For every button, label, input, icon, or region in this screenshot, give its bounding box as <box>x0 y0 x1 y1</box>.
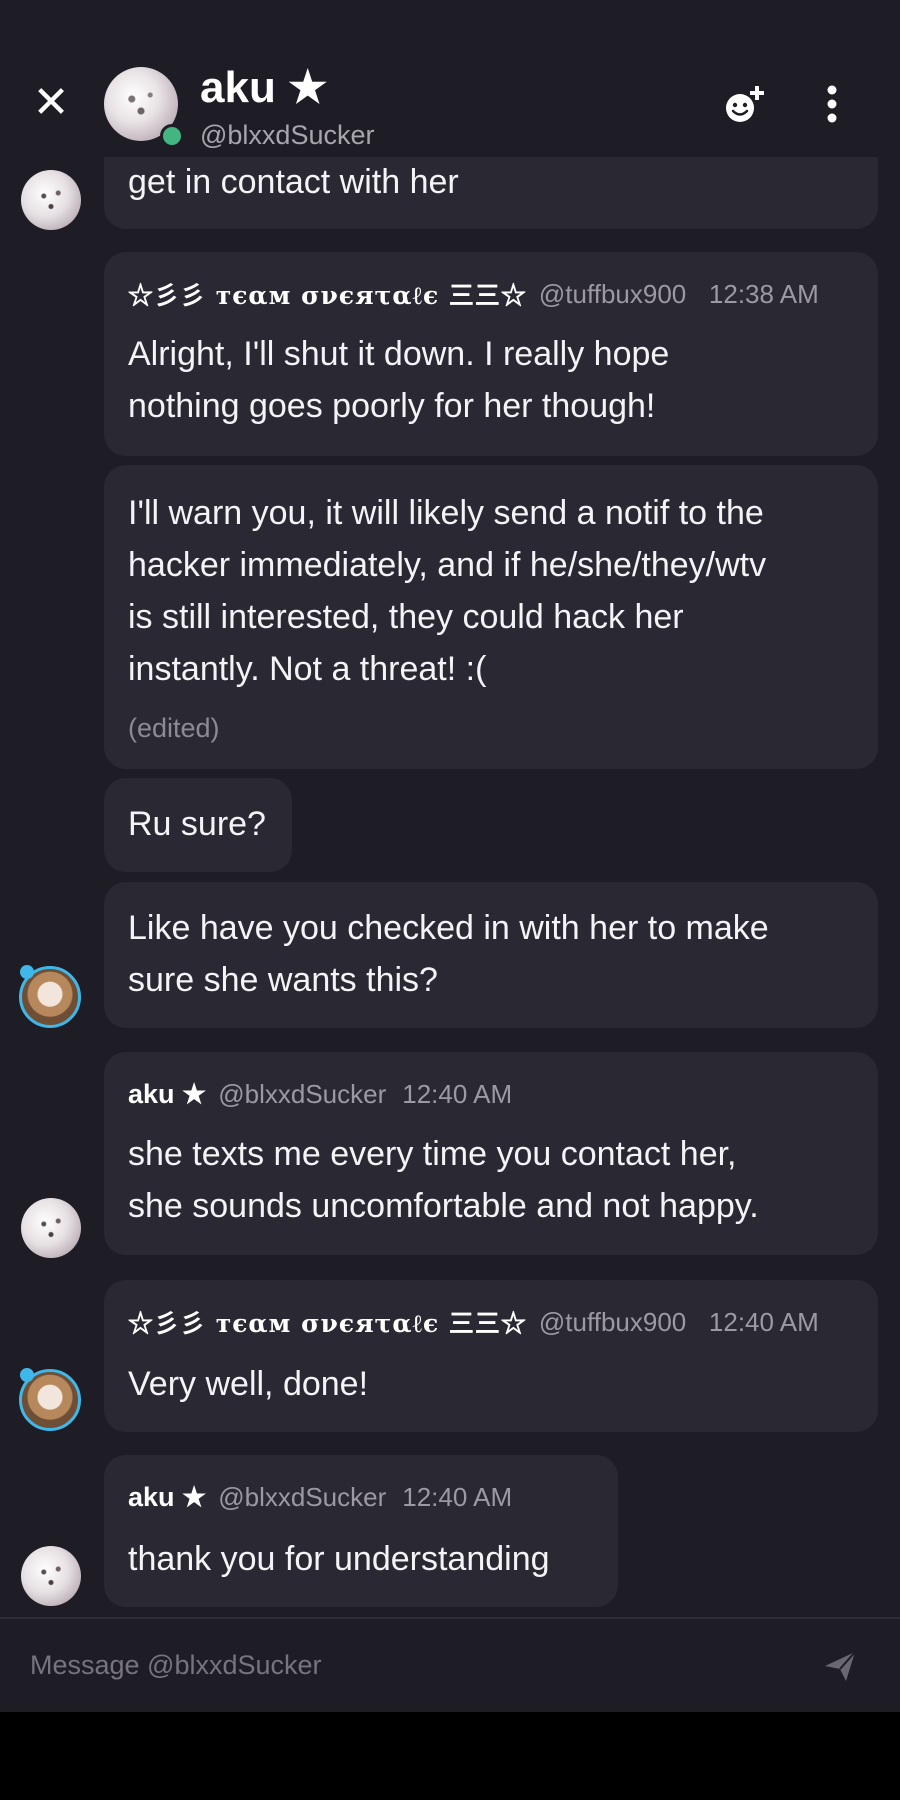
author-name[interactable]: ☆彡彡 тєαм σνєяταℓє 三三☆ <box>128 276 527 312</box>
avatar-aku[interactable] <box>21 1546 81 1606</box>
author-handle[interactable]: @tuffbux900 <box>539 279 693 310</box>
avatar-tuffbux[interactable] <box>19 965 81 1028</box>
message-bubble[interactable]: aku ★ @blxxdSucker 12:40 AM thank you fo… <box>104 1455 618 1607</box>
avatar-aku[interactable] <box>21 170 81 230</box>
close-icon[interactable]: ✕ <box>28 80 74 126</box>
message-text: she sounds uncomfortable and not happy. <box>128 1187 759 1225</box>
message-bubble[interactable]: aku ★ @blxxdSucker 12:40 AM she texts me… <box>104 1052 878 1255</box>
message-meta: ☆彡彡 тєαм σνєяταℓє 三三☆ @tuffbux900 12:38 … <box>128 274 819 314</box>
header-handle[interactable]: @blxxdSucker <box>200 118 374 152</box>
avatar-tuffbux[interactable] <box>19 1368 81 1431</box>
message-text: get in contact with her <box>128 163 459 201</box>
edited-label: (edited) <box>128 713 220 743</box>
message-text: I'll warn you, it will likely send a not… <box>128 494 764 532</box>
message-bubble[interactable]: Ru sure? <box>104 778 292 872</box>
message-list[interactable]: get in contact with her ☆彡彡 тєαм σνєяταℓ… <box>0 0 900 1617</box>
author-handle[interactable]: @tuffbux900 <box>539 1307 693 1338</box>
author-handle[interactable]: @blxxdSucker <box>218 1079 386 1110</box>
author-handle[interactable]: @blxxdSucker <box>218 1482 386 1513</box>
message-text: she texts me every time you contact her, <box>128 1135 737 1173</box>
avatar-aku[interactable] <box>21 1198 81 1258</box>
message-bubble[interactable]: ☆彡彡 тєαм σνєяταℓє 三三☆ @tuffbux900 12:38 … <box>104 252 878 456</box>
message-meta: aku ★ @blxxdSucker 12:40 AM <box>128 1074 512 1114</box>
timestamp: 12:40 AM <box>402 1078 513 1109</box>
message-text: hacker immediately, and if he/she/they/w… <box>128 546 767 584</box>
add-friend-icon[interactable] <box>718 80 770 132</box>
online-status-dot <box>160 124 184 148</box>
timestamp: 12:40 AM <box>708 1306 819 1337</box>
message-text: Like have you checked in with her to mak… <box>128 909 769 947</box>
message-meta: ☆彡彡 тєαм σνєяταℓє 三三☆ @tuffbux900 12:40 … <box>128 1302 819 1342</box>
message-text: sure she wants this? <box>128 961 438 999</box>
message-text: Very well, done! <box>128 1365 369 1403</box>
message-composer <box>0 1617 900 1712</box>
message-bubble[interactable]: ☆彡彡 тєαм σνєяταℓє 三三☆ @tuffbux900 12:40 … <box>104 1280 878 1432</box>
message-text: thank you for understanding <box>128 1540 550 1578</box>
message-text: nothing goes poorly for her though! <box>128 387 656 425</box>
chat-header: ✕ aku ★ @blxxdSucker <box>0 0 900 157</box>
message-text: Ru sure? <box>128 805 266 843</box>
message-text: is still interested, they could hack her <box>128 598 684 636</box>
send-icon[interactable] <box>823 1649 857 1683</box>
header-username[interactable]: aku ★ <box>200 62 328 114</box>
message-bubble[interactable]: I'll warn you, it will likely send a not… <box>104 465 878 769</box>
more-vertical-icon[interactable] <box>820 82 844 128</box>
timestamp: 12:38 AM <box>708 278 819 309</box>
timestamp: 12:40 AM <box>402 1481 513 1512</box>
message-input[interactable] <box>28 1641 792 1689</box>
message-meta: aku ★ @blxxdSucker 12:40 AM <box>128 1477 512 1517</box>
author-name[interactable]: aku ★ <box>128 1079 206 1110</box>
message-bubble[interactable]: Like have you checked in with her to mak… <box>104 882 878 1028</box>
author-name[interactable]: ☆彡彡 тєαм σνєяταℓє 三三☆ <box>128 1304 527 1340</box>
message-text: Alright, I'll shut it down. I really hop… <box>128 335 670 373</box>
author-name[interactable]: aku ★ <box>128 1482 206 1513</box>
message-text: instantly. Not a threat! :( <box>128 650 487 688</box>
dm-chat-screen: get in contact with her ☆彡彡 тєαм σνєяταℓ… <box>0 0 900 1712</box>
